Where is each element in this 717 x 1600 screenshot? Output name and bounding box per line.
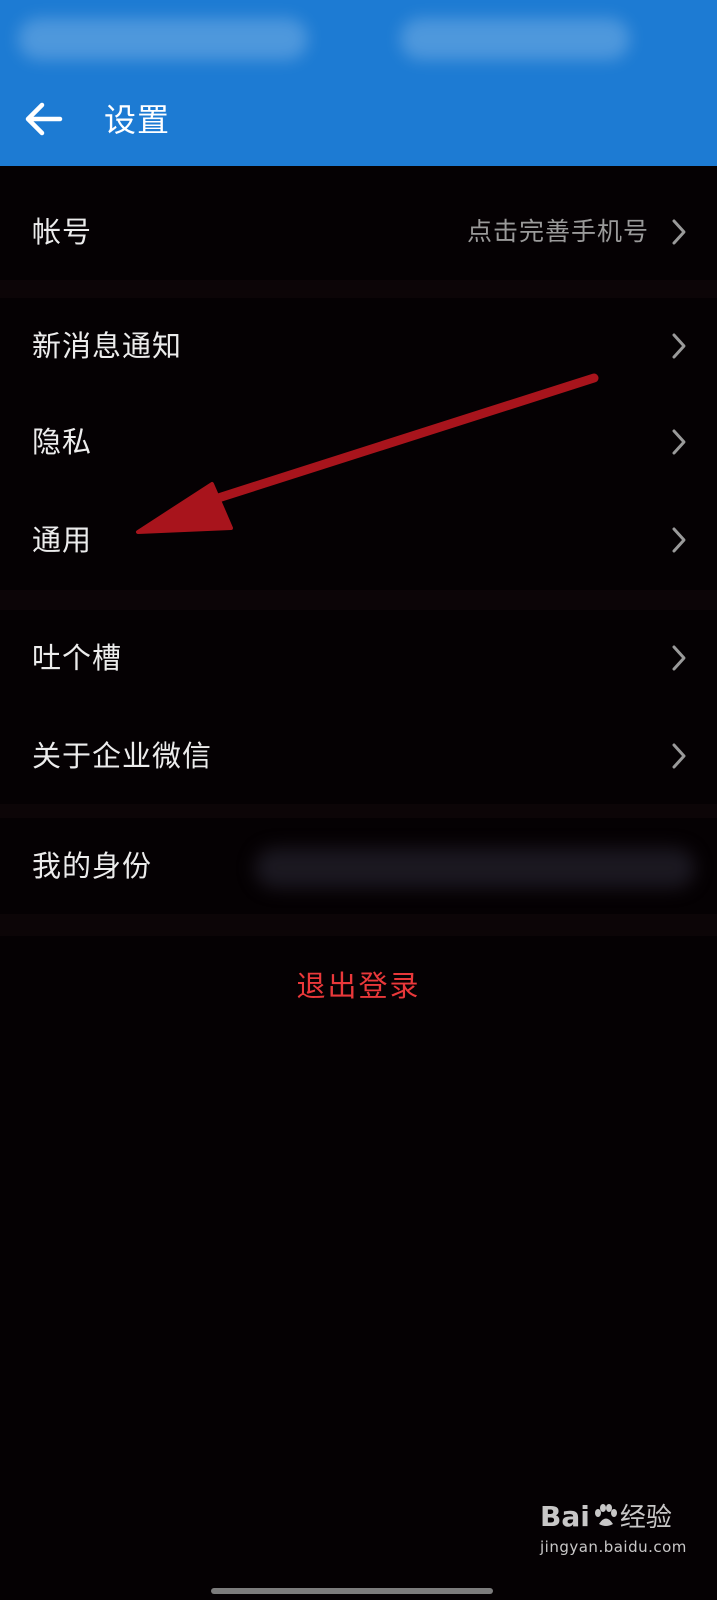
section-divider [0, 590, 717, 610]
page-title: 设置 [104, 101, 171, 139]
settings-item-about[interactable]: 关于企业微信 [0, 708, 717, 804]
section-divider [0, 804, 717, 818]
identity-value-blurred [255, 848, 695, 888]
chevron-right-icon [669, 332, 689, 360]
app-header: 设置 [0, 0, 717, 166]
chevron-right-icon [669, 218, 689, 246]
account-phone-prompt: 点击完善手机号 [466, 217, 649, 246]
baidu-logo: Bai 经验 [540, 1500, 672, 1533]
settings-item-privacy[interactable]: 隐私 [0, 394, 717, 490]
section-divider [0, 280, 717, 298]
settings-item-account[interactable]: 帐号 点击完善手机号 [0, 184, 717, 280]
back-button[interactable] [20, 96, 66, 142]
chevron-right-icon [669, 742, 689, 770]
chevron-right-icon [669, 526, 689, 554]
settings-item-feedback[interactable]: 吐个槽 [0, 610, 717, 706]
settings-item-label: 新消息通知 [32, 329, 183, 363]
settings-item-label: 吐个槽 [32, 641, 123, 675]
settings-item-notifications[interactable]: 新消息通知 [0, 298, 717, 394]
arrow-left-icon [20, 96, 66, 142]
settings-item-label: 通用 [32, 523, 93, 557]
logout-label: 退出登录 [296, 969, 421, 1003]
logout-button[interactable]: 退出登录 [0, 936, 717, 1036]
watermark-url: jingyan.baidu.com [540, 1538, 687, 1556]
baidu-paw-icon [592, 1503, 618, 1529]
home-indicator[interactable] [211, 1588, 493, 1594]
settings-item-identity[interactable]: 我的身份 [0, 818, 717, 914]
settings-item-label: 关于企业微信 [32, 739, 213, 773]
baidu-jingyan-watermark: Bai 经验 jingyan.baidu.com [540, 1500, 710, 1568]
chevron-right-icon [669, 428, 689, 456]
settings-item-label: 隐私 [32, 425, 93, 459]
settings-item-general[interactable]: 通用 [0, 492, 717, 588]
settings-item-label: 帐号 [32, 215, 93, 249]
settings-item-label: 我的身份 [32, 849, 153, 883]
chevron-right-icon [669, 644, 689, 672]
section-divider [0, 914, 717, 936]
status-bar-blurred-right [400, 18, 630, 60]
status-bar-blurred-left [18, 18, 308, 60]
